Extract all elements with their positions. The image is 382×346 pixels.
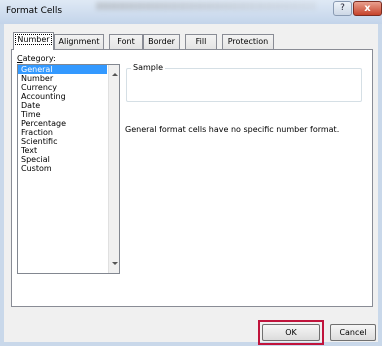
number-tab-panel: Category: General Number Currency Accoun… [11,49,373,307]
tab-border[interactable]: Border [143,34,180,49]
tab-protection[interactable]: Protection [222,34,274,49]
sample-label: Sample [131,63,165,72]
title-bar[interactable]: Format Cells ? x [0,0,382,24]
tab-fill-label: Fill [195,37,207,46]
scroll-down-icon[interactable] [112,262,118,265]
tab-alignment[interactable]: Alignment [54,34,104,49]
category-item-general[interactable]: General [18,65,107,74]
category-item-special[interactable]: Special [18,155,107,164]
sample-groupbox: Sample [126,63,362,102]
category-listbox[interactable]: General Number Currency Accounting Date … [17,64,120,274]
category-item-text[interactable]: Text [18,146,107,155]
category-label: Category: [17,54,56,63]
close-button[interactable]: x [353,1,382,16]
category-item-currency[interactable]: Currency [18,83,107,92]
ok-button[interactable]: OK [262,324,320,341]
category-item-fraction[interactable]: Fraction [18,128,107,137]
blurred-ribbon-background [96,2,316,10]
category-item-percentage[interactable]: Percentage [18,119,107,128]
category-scrollbar[interactable] [108,65,119,273]
cancel-button[interactable]: Cancel [330,324,376,341]
scroll-up-icon[interactable] [112,73,118,76]
category-label-text: ategory: [22,54,56,63]
tab-font-label: Font [117,37,135,46]
help-button[interactable]: ? [333,1,352,16]
category-item-number[interactable]: Number [18,74,107,83]
category-item-time[interactable]: Time [18,110,107,119]
tab-number[interactable]: Number [13,32,54,50]
tab-number-label: Number [15,34,52,45]
category-item-custom[interactable]: Custom [18,164,107,173]
tab-protection-label: Protection [227,37,269,46]
category-item-date[interactable]: Date [18,101,107,110]
tab-border-label: Border [148,37,175,46]
dialog-title: Format Cells [6,6,63,16]
dialog-body: Number Alignment Font Border Fill Protec… [4,24,378,345]
tab-alignment-label: Alignment [58,37,100,46]
format-description: General format cells have no specific nu… [125,125,340,134]
category-item-accounting[interactable]: Accounting [18,92,107,101]
category-item-scientific[interactable]: Scientific [18,137,107,146]
tab-font[interactable]: Font [109,34,143,49]
tab-fill[interactable]: Fill [185,34,217,49]
format-cells-dialog: Format Cells ? x Number Alignment Font B… [0,0,382,346]
